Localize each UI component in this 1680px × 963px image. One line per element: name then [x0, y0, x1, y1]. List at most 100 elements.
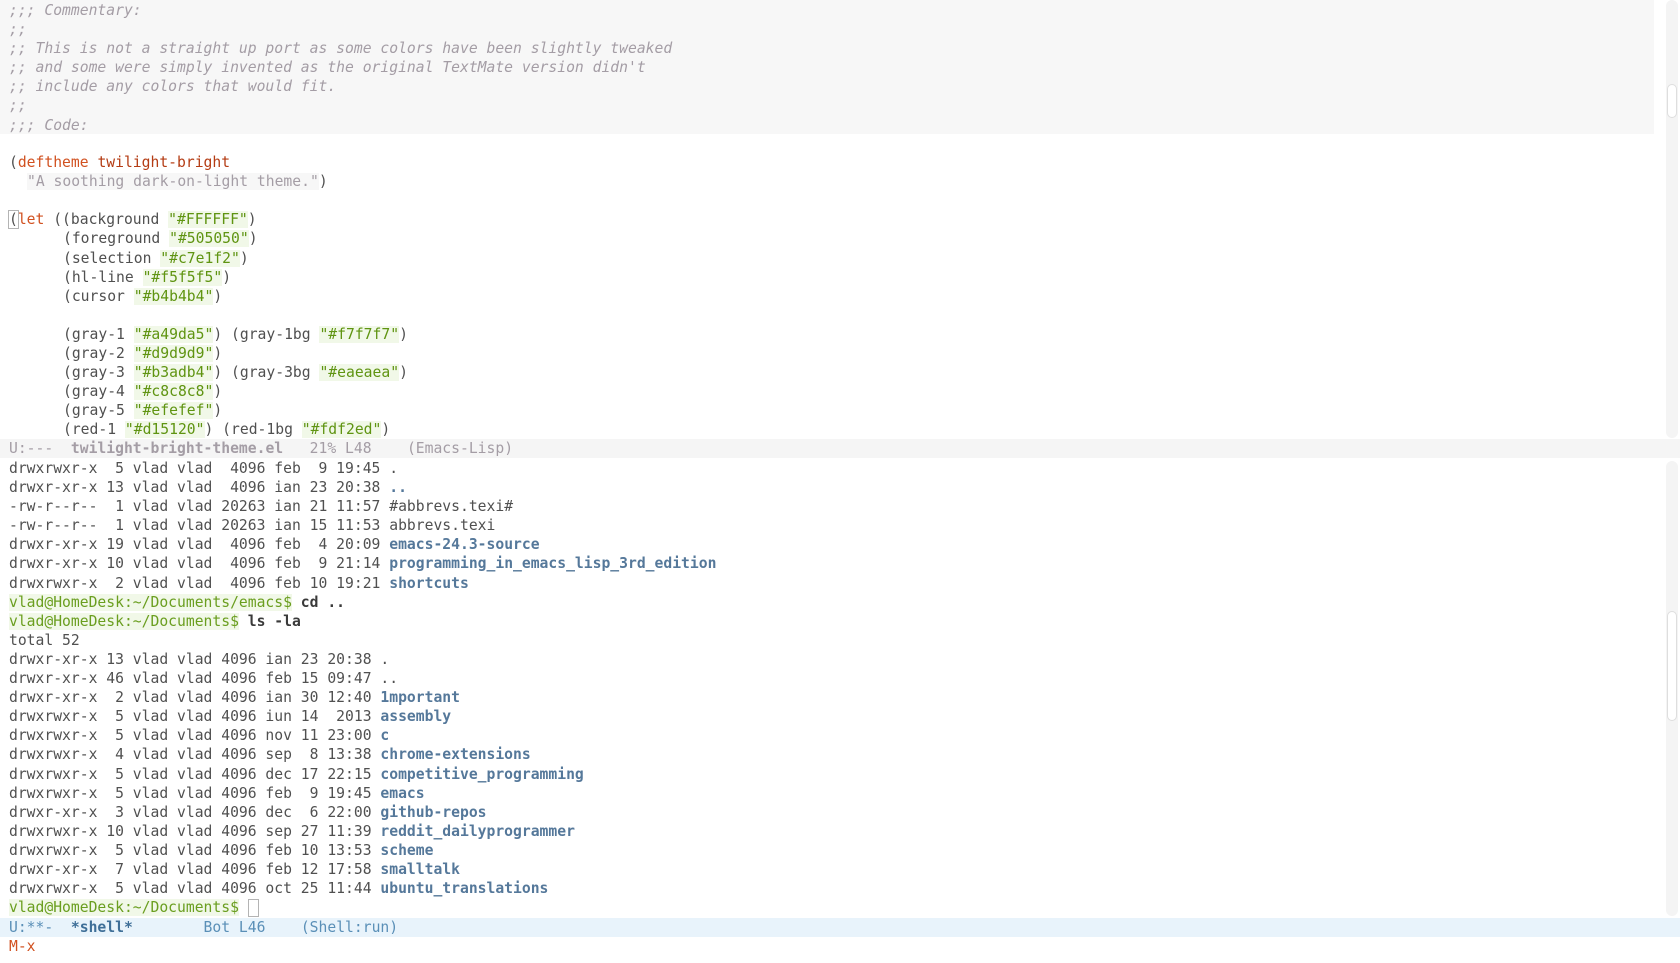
binding-text: ) (red-1bg — [204, 421, 302, 438]
dir-name: reddit_dailyprogrammer — [380, 822, 575, 840]
binding-text: ) — [213, 345, 223, 363]
dir-name: emacs — [380, 784, 425, 802]
comment-line: ;;; Code: — [9, 116, 89, 134]
shell-window[interactable]: drwxrwxr-x 5 vlad vlad 4096 feb 9 19:45 … — [0, 459, 1654, 918]
dir-name: emacs-24.3-source — [389, 536, 540, 554]
listing-row: drwxrwxr-x 5 vlad vlad 4096 nov 11 23:00… — [0, 726, 1654, 745]
code-line-binding: (foreground "#505050") — [0, 229, 1654, 248]
file-meta: drwxr-xr-x 10 vlad vlad 4096 feb 9 21:14 — [9, 555, 390, 573]
dir-name: github-repos — [380, 803, 487, 821]
binding-text: ) (gray-3bg — [213, 364, 320, 382]
file-meta: drwxrwxr-x 5 vlad vlad 4096 feb 9 19:45 — [9, 460, 390, 477]
file-name: . — [389, 460, 399, 477]
file-meta: drwxrwxr-x 4 vlad vlad 4096 sep 8 13:38 — [9, 746, 381, 764]
minibuffer[interactable]: M-x — [0, 937, 1680, 956]
editor-scrollbar-thumb[interactable] — [1667, 84, 1677, 118]
modeline-buffer-name[interactable]: twilight-bright-theme.el — [71, 440, 283, 457]
file-meta: drwxr-xr-x 2 vlad vlad 4096 ian 30 12:40 — [9, 689, 381, 707]
binding-text: (hl-line — [63, 268, 143, 286]
file-meta: drwxrwxr-x 5 vlad vlad 4096 feb 10 13:53 — [9, 841, 381, 859]
binding-text: ) — [247, 211, 257, 229]
file-meta: drwxrwxr-x 10 vlad vlad 4096 sep 27 11:3… — [9, 822, 381, 840]
code-line-gray: (gray-1 "#a49da5") (gray-1bg "#f7f7f7") — [0, 325, 1654, 344]
binding-text: ) — [381, 421, 391, 438]
file-name: abbrevs.texi — [389, 517, 496, 535]
dir-name: smalltalk — [380, 860, 460, 878]
listing-row: drwxrwxr-x 5 vlad vlad 4096 feb 9 19:45 … — [0, 784, 1654, 803]
binding-text: ) (gray-1bg — [213, 325, 320, 343]
file-meta: drwxr-xr-x 3 vlad vlad 4096 dec 6 22:00 — [9, 803, 381, 821]
modeline-buffer-name[interactable]: *shell* — [71, 919, 133, 936]
modeline-status: U:**- — [9, 919, 71, 936]
binding-text: (gray-1 — [63, 325, 134, 343]
comment-line: ;; — [9, 97, 27, 115]
dir-name: ubuntu_translations — [380, 880, 549, 898]
listing-row: -rw-r--r-- 1 vlad vlad 20263 ian 15 11:5… — [0, 516, 1654, 535]
listing-row: drwxr-xr-x 2 vlad vlad 4096 ian 30 12:40… — [0, 688, 1654, 707]
dir-name: shortcuts — [389, 574, 469, 592]
binding-text: ) — [213, 383, 223, 401]
file-meta: drwxr-xr-x 13 vlad vlad 4096 ian 23 20:3… — [9, 479, 390, 497]
string-literal: "#f7f7f7" — [319, 325, 400, 343]
file-meta: drwxr-xr-x 13 vlad vlad 4096 ian 23 20:3… — [9, 650, 381, 668]
binding-text: (gray-5 — [63, 402, 134, 420]
listing-row: drwxrwxr-x 5 vlad vlad 4096 dec 17 22:15… — [0, 765, 1654, 784]
editor-window[interactable]: ;;; Commentary: ;; ;; This is not a stra… — [0, 0, 1654, 438]
dir-name: assembly — [380, 708, 452, 726]
string-literal: "#a49da5" — [133, 325, 214, 343]
emacs-frame: ;;; Commentary: ;; ;; This is not a stra… — [0, 0, 1680, 963]
string-literal: "#efefef" — [133, 402, 214, 420]
listing-row: drwxr-xr-x 13 vlad vlad 4096 ian 23 20:3… — [0, 478, 1654, 497]
listing-row: drwxr-xr-x 3 vlad vlad 4096 dec 6 22:00 … — [0, 803, 1654, 822]
modeline-shell[interactable]: U:**- *shell* Bot L46 (Shell:run) — [0, 918, 1680, 937]
terminal-cursor[interactable] — [247, 899, 259, 918]
file-meta: drwxr-xr-x 46 vlad vlad 4096 feb 15 09:4… — [9, 670, 381, 688]
modeline-editor[interactable]: U:--- twilight-bright-theme.el 21% L48 (… — [0, 439, 1680, 458]
comment-line: ;; This is not a straight up port as som… — [9, 40, 673, 58]
listing-row: drwxrwxr-x 4 vlad vlad 4096 sep 8 13:38 … — [0, 745, 1654, 764]
command-line: vlad@HomeDesk:~/Documents$ ls -la — [0, 612, 1654, 631]
editor-scrollbar[interactable] — [1666, 0, 1678, 438]
modeline-status: U:--- — [9, 440, 71, 457]
comment-line: ;; include any colors that would fit. — [9, 78, 337, 96]
code-line-gray: (gray-3 "#b3adb4") (gray-3bg "#eaeaea") — [0, 363, 1654, 382]
input-line[interactable]: vlad@HomeDesk:~/Documents$ — [0, 898, 1654, 918]
code-line-gray: (gray-4 "#c8c8c8") — [0, 382, 1654, 401]
binding-text: ) — [399, 325, 408, 343]
binding-text: ) — [248, 230, 258, 248]
listing-row: drwxrwxr-x 5 vlad vlad 4096 oct 25 11:44… — [0, 879, 1654, 898]
keyword-let: let — [17, 211, 45, 229]
file-meta: -rw-r--r-- 1 vlad vlad 20263 ian 21 11:5… — [9, 498, 390, 516]
file-meta: drwxrwxr-x 5 vlad vlad 4096 feb 9 19:45 — [9, 784, 381, 802]
theme-name: twilight-bright — [97, 154, 231, 172]
string-literal: "#f5f5f5" — [142, 268, 223, 286]
docstring: "A soothing dark-on-light theme." — [27, 173, 319, 191]
string-literal: "#c8c8c8" — [133, 383, 214, 401]
modeline-major-mode[interactable]: (Shell:run) — [301, 919, 398, 936]
file-meta: -rw-r--r-- 1 vlad vlad 20263 ian 15 11:5… — [9, 517, 390, 535]
dir-name: chrome-extensions — [380, 746, 531, 764]
modeline-major-mode[interactable]: (Emacs-Lisp) — [407, 440, 513, 457]
string-literal: "#d15120" — [124, 421, 205, 438]
binding-text: (gray-2 — [63, 345, 134, 363]
string-literal: "#eaeaea" — [319, 364, 400, 382]
file-name: #abbrevs.texi# — [389, 498, 514, 516]
code-line-binding: (selection "#c7e1f2") — [0, 249, 1654, 268]
shell-scrollbar-thumb[interactable] — [1667, 611, 1677, 721]
binding-text: (gray-3 — [63, 364, 134, 382]
binding-text: ((background — [44, 211, 169, 229]
binding-text: (foreground — [63, 230, 170, 248]
listing-row: drwxr-xr-x 13 vlad vlad 4096 ian 23 20:3… — [0, 650, 1654, 669]
comment-line: ;; and some were simply invented as the … — [9, 59, 646, 77]
listing-row: drwxr-xr-x 10 vlad vlad 4096 feb 9 21:14… — [0, 554, 1654, 573]
binding-text: (cursor — [63, 287, 134, 305]
shell-scrollbar[interactable] — [1666, 461, 1678, 916]
text-cursor: ( — [8, 210, 19, 230]
listing-row: drwxrwxr-x 5 vlad vlad 4096 iun 14 2013 … — [0, 707, 1654, 726]
code-line-gray: (gray-2 "#d9d9d9") — [0, 344, 1654, 363]
listing-row: -rw-r--r-- 1 vlad vlad 20263 ian 21 11:5… — [0, 497, 1654, 516]
binding-text: ) — [222, 268, 232, 286]
file-name: . — [380, 650, 390, 668]
